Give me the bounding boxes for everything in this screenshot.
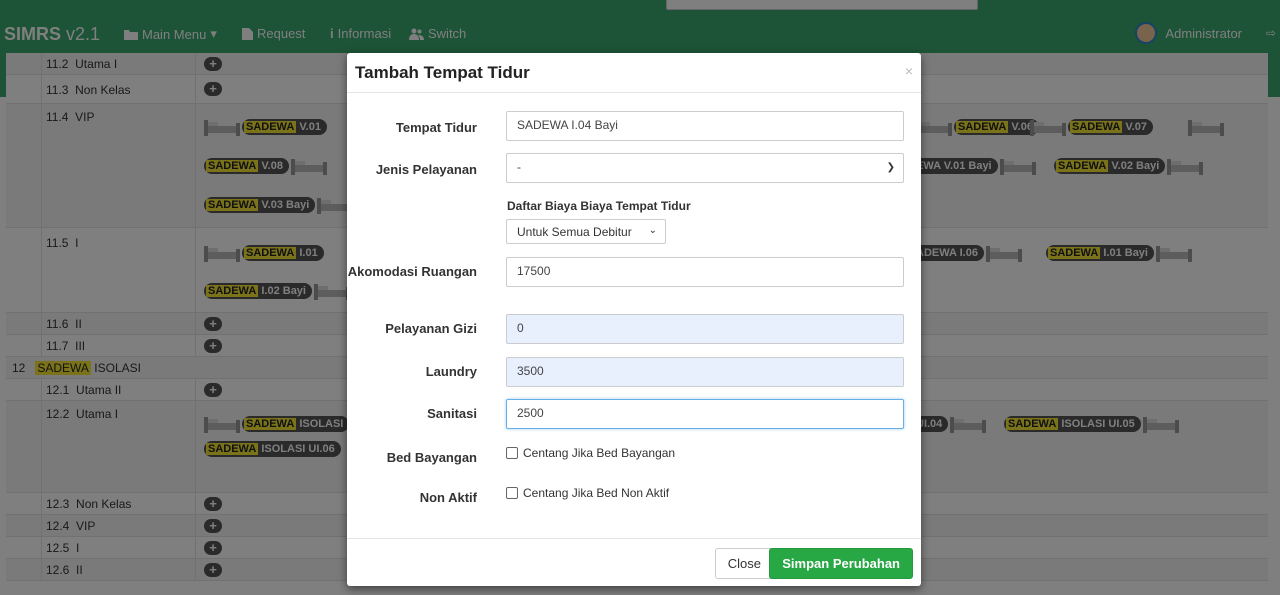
laundry-label: Laundry — [425, 364, 477, 379]
bed-bayangan-label: Bed Bayangan — [386, 450, 477, 465]
non-aktif-label: Non Aktif — [419, 490, 477, 505]
checkbox-icon[interactable] — [506, 447, 518, 459]
jenis-pelayanan-label: Jenis Pelayanan — [375, 162, 477, 177]
tempat-tidur-label: Tempat Tidur — [395, 120, 477, 135]
debitur-select[interactable]: Untuk Semua Debitur ⌄ — [506, 219, 666, 244]
close-button[interactable]: Close — [714, 548, 774, 579]
chevron-down-icon: ❯ — [886, 162, 895, 173]
sanitasi-label: Sanitasi — [427, 406, 477, 421]
gizi-label: Pelayanan Gizi — [385, 321, 477, 336]
gizi-input[interactable]: 0 — [506, 314, 904, 344]
non-aktif-checkbox[interactable]: Centang Jika Bed Non Aktif — [506, 486, 669, 500]
sanitasi-input[interactable]: 2500 — [506, 399, 904, 429]
laundry-input[interactable]: 3500 — [506, 357, 904, 387]
chevron-down-icon: ⌄ — [648, 225, 657, 236]
daftar-biaya-title: Daftar Biaya Biaya Tempat Tidur — [507, 199, 691, 213]
tempat-tidur-input[interactable]: SADEWA I.04 Bayi — [506, 111, 904, 141]
add-bed-modal: Tambah Tempat Tidur × Tempat Tidur SADEW… — [347, 53, 921, 586]
jenis-pelayanan-select[interactable]: - ❯ — [506, 153, 904, 183]
save-button[interactable]: Simpan Perubahan — [769, 548, 913, 579]
akomodasi-input[interactable]: 17500 — [506, 257, 904, 287]
checkbox-icon[interactable] — [506, 487, 518, 499]
bed-bayangan-checkbox[interactable]: Centang Jika Bed Bayangan — [506, 446, 675, 460]
modal-footer: Close Simpan Perubahan — [347, 538, 921, 586]
modal-title: Tambah Tempat Tidur — [355, 63, 530, 82]
modal-header: Tambah Tempat Tidur × — [347, 53, 921, 93]
akomodasi-label: Akomodasi Ruangan — [347, 264, 477, 279]
close-icon[interactable]: × — [905, 63, 913, 79]
